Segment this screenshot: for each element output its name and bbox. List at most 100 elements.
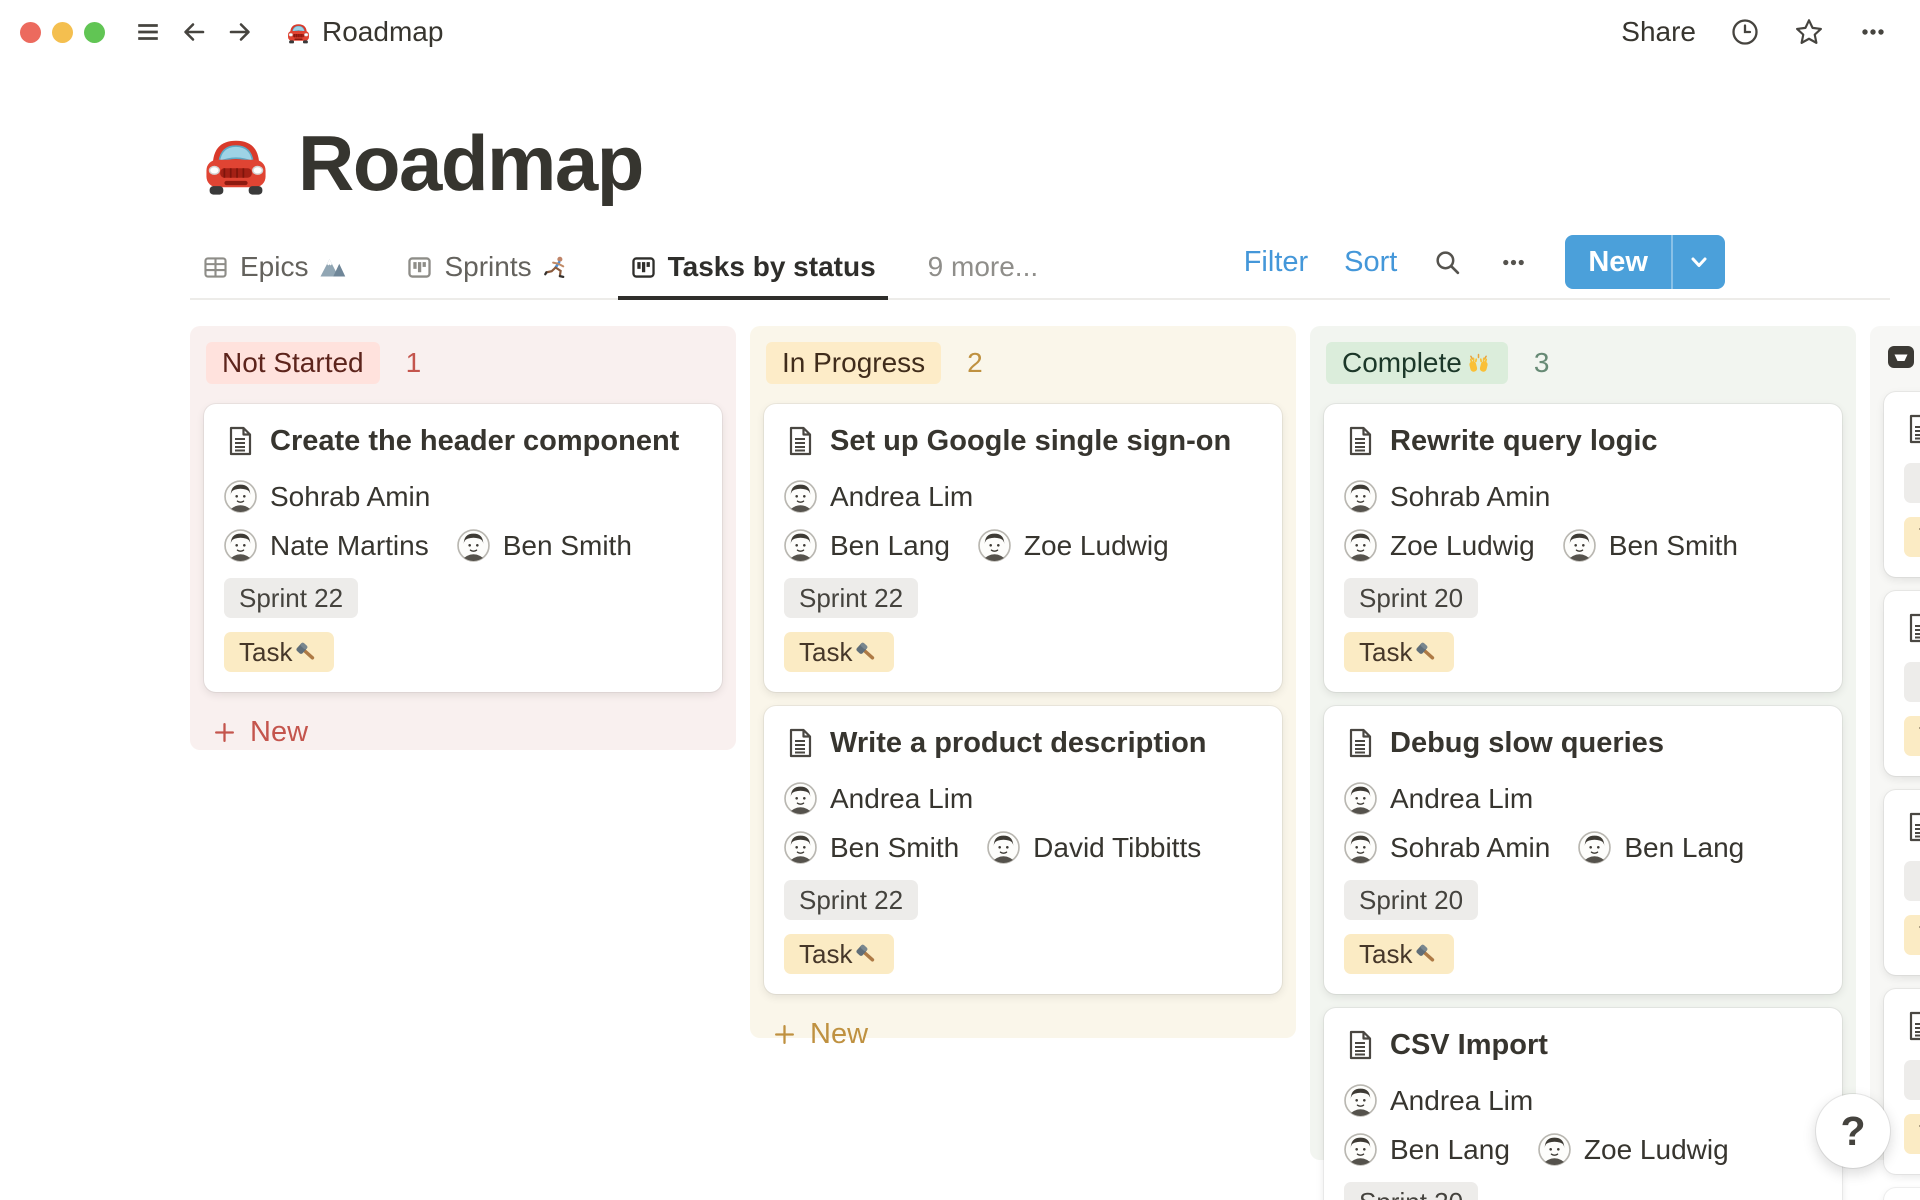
column-complete: Complete 3 Rewrite query logic Sohrab Am… xyxy=(1310,326,1856,1160)
document-icon xyxy=(1904,1010,1920,1042)
avatar xyxy=(1344,782,1377,815)
status-pill: Not Started xyxy=(206,342,380,384)
person-chip: Ben Lang xyxy=(1578,831,1744,864)
person-chip: Sohrab Amin xyxy=(1344,480,1550,513)
avatar xyxy=(457,529,490,562)
column-header[interactable]: In Progress 2 xyxy=(764,340,1282,384)
column-header[interactable]: Not Started 1 xyxy=(204,340,722,384)
card-title: Debug slow queries xyxy=(1390,726,1664,761)
forward-arrow-icon[interactable] xyxy=(225,17,255,47)
task-tag-pill: Task xyxy=(784,934,894,974)
close-window-button[interactable] xyxy=(20,22,41,43)
task-card[interactable]: Sprint Task xyxy=(1884,392,1920,577)
tab-tasks-by-status[interactable]: Tasks by status xyxy=(618,245,888,300)
view-tabs-row: Epics Sprints Tasks by status 9 more... … xyxy=(190,235,1890,300)
task-card[interactable]: Rewrite query logic Sohrab Amin Zoe Ludw… xyxy=(1324,404,1842,692)
avatar xyxy=(1563,529,1596,562)
document-icon xyxy=(784,727,816,759)
add-new-card-button[interactable]: New xyxy=(204,706,316,749)
column-count: 2 xyxy=(967,347,983,379)
person-chip: Ben Lang xyxy=(784,529,950,562)
page-body: Roadmap Epics Sprints Tasks by status 9 … xyxy=(0,118,1920,1160)
filter-button[interactable]: Filter xyxy=(1244,246,1308,279)
avatar xyxy=(784,529,817,562)
status-pill: Complete xyxy=(1326,342,1508,384)
tab-epics[interactable]: Epics xyxy=(190,245,358,298)
chevron-down-icon[interactable] xyxy=(1671,235,1725,289)
person-chip: Ben Lang xyxy=(1344,1133,1510,1166)
inbox-icon xyxy=(1886,342,1916,372)
hammer-emoji xyxy=(854,942,879,967)
task-card[interactable]: Sprint Task xyxy=(1884,989,1920,1174)
star-icon[interactable] xyxy=(1794,17,1824,47)
avatar xyxy=(1344,831,1377,864)
task-tag-pill: Task xyxy=(1904,716,1920,756)
help-button[interactable]: ? xyxy=(1816,1094,1890,1168)
task-card[interactable]: Set up Google single sign-on Andrea Lim … xyxy=(764,404,1282,692)
document-icon xyxy=(784,425,816,457)
hammer-emoji xyxy=(1414,942,1439,967)
person-chip: Ben Smith xyxy=(784,831,959,864)
column-not-started: Not Started 1 Create the header componen… xyxy=(190,326,736,750)
document-icon xyxy=(1904,612,1920,644)
task-tag-pill: Task xyxy=(224,632,334,672)
avatar xyxy=(1344,1084,1377,1117)
plus-icon xyxy=(212,720,237,745)
more-icon[interactable] xyxy=(1858,17,1888,47)
avatar xyxy=(987,831,1020,864)
sprint-pill: Sprint 20 xyxy=(1344,1182,1478,1200)
task-card[interactable]: CSV Import Andrea Lim Ben Lang Zoe xyxy=(1324,1008,1842,1200)
zoom-window-button[interactable] xyxy=(84,22,105,43)
raising-hands-emoji xyxy=(1465,350,1492,377)
tab-sprints[interactable]: Sprints xyxy=(394,245,581,298)
task-card[interactable]: Sprint Task xyxy=(1884,591,1920,776)
card-title: Write a product description xyxy=(830,726,1207,761)
task-card[interactable]: Sprint Task xyxy=(1884,790,1920,975)
more-icon[interactable] xyxy=(1499,247,1529,277)
clock-icon[interactable] xyxy=(1730,17,1760,47)
avatar xyxy=(1344,1133,1377,1166)
tabs-overflow[interactable]: 9 more... xyxy=(924,245,1042,298)
runner-emoji xyxy=(543,254,570,281)
breadcrumb[interactable]: Roadmap xyxy=(285,16,443,48)
back-arrow-icon[interactable] xyxy=(179,17,209,47)
person-chip: Andrea Lim xyxy=(1344,782,1533,815)
task-card[interactable]: Write a product description Andrea Lim B… xyxy=(764,706,1282,994)
card-title: Rewrite query logic xyxy=(1390,424,1658,459)
person-chip: Ben Smith xyxy=(457,529,632,562)
hamburger-menu-icon[interactable] xyxy=(133,17,163,47)
search-icon[interactable] xyxy=(1433,247,1463,277)
task-tag-pill: Task xyxy=(1344,632,1454,672)
person-chip: Zoe Ludwig xyxy=(1344,529,1535,562)
window-topbar: Roadmap Share xyxy=(0,0,1920,64)
task-tag-pill: Task xyxy=(1904,915,1920,955)
new-button-label[interactable]: New xyxy=(1565,235,1671,289)
page-title[interactable]: Roadmap xyxy=(298,118,643,209)
share-button[interactable]: Share xyxy=(1621,16,1696,48)
car-emoji xyxy=(285,19,312,46)
document-icon xyxy=(1904,811,1920,843)
document-icon xyxy=(1344,727,1376,759)
board-icon xyxy=(406,254,433,281)
column-header[interactable]: Complete 3 xyxy=(1324,340,1842,384)
task-card[interactable]: Create the header component Sohrab Amin … xyxy=(204,404,722,692)
document-icon xyxy=(1904,413,1920,445)
hammer-emoji xyxy=(1414,640,1439,665)
sprint-pill: Sprint xyxy=(1904,662,1920,702)
minimize-window-button[interactable] xyxy=(52,22,73,43)
document-icon xyxy=(224,425,256,457)
task-tag-pill: Task xyxy=(784,632,894,672)
avatar xyxy=(1538,1133,1571,1166)
sort-button[interactable]: Sort xyxy=(1344,246,1397,279)
task-card[interactable]: Sprint xyxy=(1884,1188,1920,1200)
task-tag-pill: Task xyxy=(1904,517,1920,557)
column-header[interactable] xyxy=(1884,340,1920,372)
car-emoji[interactable] xyxy=(198,126,274,202)
new-button[interactable]: New xyxy=(1565,235,1725,289)
add-new-card-button[interactable]: New xyxy=(764,1008,876,1051)
sprint-pill: Sprint 22 xyxy=(224,578,358,618)
column-count: 3 xyxy=(1534,347,1550,379)
task-card[interactable]: Debug slow queries Andrea Lim Sohrab Ami… xyxy=(1324,706,1842,994)
sprint-pill: Sprint 22 xyxy=(784,578,918,618)
avatar xyxy=(1344,529,1377,562)
